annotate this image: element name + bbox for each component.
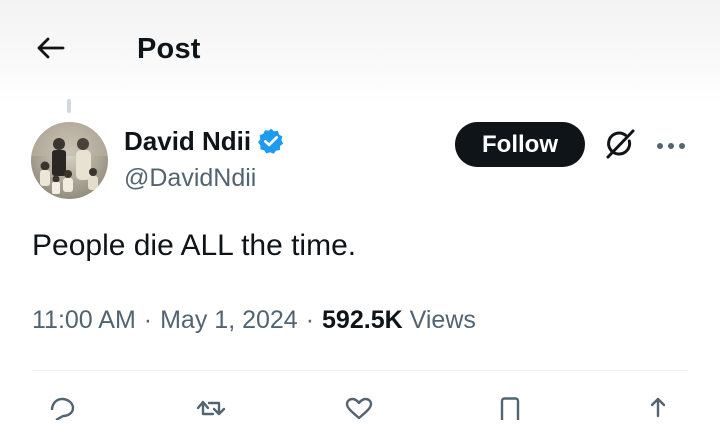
avatar[interactable]: [31, 122, 108, 199]
views-label[interactable]: Views: [410, 302, 476, 338]
meta-separator: ·: [305, 306, 315, 334]
tweet-date[interactable]: May 1, 2024: [160, 302, 298, 338]
grok-icon: [603, 127, 637, 166]
repost-icon: [194, 396, 228, 425]
reply-icon: [46, 396, 78, 425]
more-options-button[interactable]: [652, 126, 690, 166]
repost-button[interactable]: [193, 396, 229, 420]
divider: [32, 370, 688, 371]
follow-button[interactable]: Follow: [455, 122, 585, 167]
thread-connector-line: [67, 99, 71, 113]
arrow-left-icon: [35, 36, 65, 65]
like-icon: [343, 396, 375, 425]
verified-badge-icon[interactable]: [257, 127, 285, 155]
author-info[interactable]: David Ndii @DavidNdii: [124, 122, 285, 195]
author-handle[interactable]: @DavidNdii: [124, 161, 285, 195]
reply-button[interactable]: [44, 396, 80, 422]
page-title: Post: [137, 33, 201, 65]
meta-separator: ·: [143, 306, 153, 334]
share-icon: [644, 396, 672, 425]
more-dots-icon: [656, 137, 686, 155]
tweet-text: People die ALL the time.: [32, 229, 357, 262]
tweet-time[interactable]: 11:00 AM: [32, 302, 136, 338]
share-button[interactable]: [640, 396, 676, 420]
author-display-name[interactable]: David Ndii: [124, 122, 251, 160]
bookmark-icon: [496, 396, 524, 425]
like-button[interactable]: [341, 396, 377, 420]
tweet-action-bar: [0, 388, 720, 422]
views-count[interactable]: 592.5K: [322, 302, 403, 338]
tweet-metadata: 11:00 AM · May 1, 2024 · 592.5K Views: [32, 302, 476, 338]
bookmark-button[interactable]: [492, 396, 528, 420]
grok-button[interactable]: [600, 126, 640, 166]
post-header: Post: [0, 18, 720, 80]
back-button[interactable]: [28, 32, 72, 68]
